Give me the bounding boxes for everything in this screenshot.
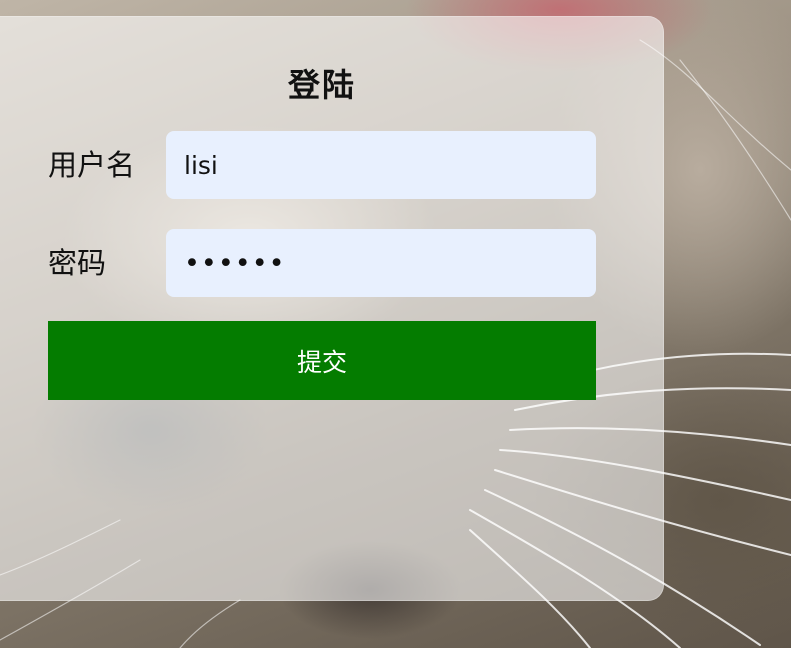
username-input[interactable]	[166, 131, 596, 199]
page-title: 登陆	[287, 66, 356, 104]
password-row: 密码	[48, 229, 596, 297]
password-label: 密码	[48, 246, 107, 280]
submit-button[interactable]: 提交	[48, 321, 596, 400]
password-input[interactable]	[166, 229, 596, 297]
username-row: 用户名	[48, 131, 596, 199]
username-label: 用户名	[48, 148, 136, 182]
